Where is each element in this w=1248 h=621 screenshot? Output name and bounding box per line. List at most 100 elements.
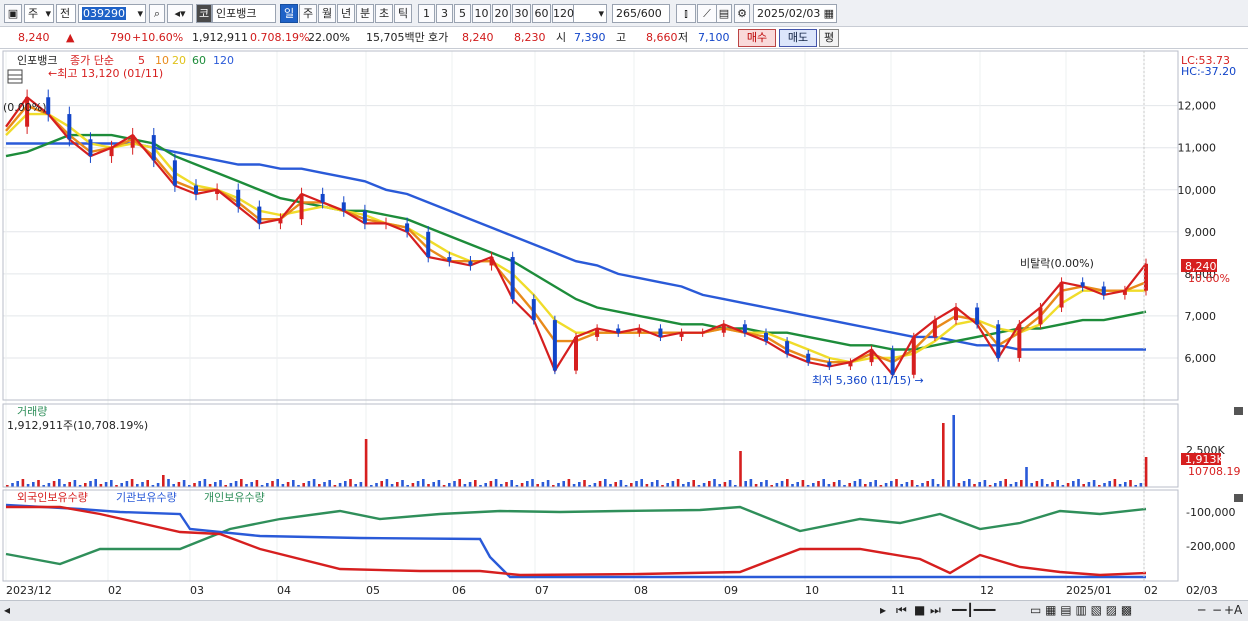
- low-value: 7,100: [698, 31, 730, 44]
- candle-body: [278, 219, 283, 224]
- x-tick-label: 11: [891, 584, 905, 597]
- period-tab-0[interactable]: 일: [280, 4, 298, 23]
- volume-bar: [656, 480, 659, 487]
- volume-bar: [614, 482, 617, 487]
- save-icon[interactable]: ▤: [716, 4, 732, 23]
- legend-foreign: 외국인보유수량: [17, 491, 88, 504]
- volume-bar: [505, 482, 508, 487]
- zoom-slider[interactable]: ━━┃━━━: [952, 603, 995, 618]
- chart-options-icons[interactable]: ▭ ▦ ▤ ▥ ▧ ▨ ▩: [1030, 603, 1132, 618]
- search-icon[interactable]: ⌕: [149, 4, 165, 23]
- volume-bar: [947, 480, 950, 487]
- candle-body: [658, 328, 663, 337]
- last-page-icon[interactable]: ⏭: [930, 603, 941, 618]
- volume-bar: [323, 482, 326, 487]
- close-icon[interactable]: [1234, 407, 1243, 415]
- y-tick-label: 6,000: [1185, 352, 1217, 365]
- volume-bar: [177, 482, 181, 487]
- chart-scrollbar[interactable]: ◂ ▸ ⏮ ■ ⏭ ━━┃━━━ ▭ ▦ ▤ ▥ ▧ ▨ ▩ ─ − + A: [0, 600, 1248, 621]
- volume-bar: [817, 481, 820, 487]
- draw-line-icon[interactable]: ⟋: [697, 4, 717, 23]
- interval-tab-7[interactable]: 120: [552, 4, 574, 23]
- gear-icon[interactable]: ⚙: [734, 4, 750, 23]
- stock-name-value: 인포뱅크: [216, 7, 257, 20]
- candle-body: [932, 320, 937, 337]
- candle-body: [1059, 282, 1064, 308]
- candle-body: [764, 332, 768, 342]
- volume-bar: [271, 481, 274, 487]
- interval-tab-0[interactable]: 1: [418, 4, 435, 23]
- first-page-icon[interactable]: ⏮: [896, 603, 907, 618]
- volume-bar: [630, 483, 633, 487]
- volume-bar: [765, 480, 768, 487]
- volume-bar: [968, 479, 971, 487]
- volume-bar: [489, 481, 493, 487]
- volume-bar: [125, 481, 129, 487]
- toolbar: ▣ 주 ▾ 전 039290 ▾ ⌕ ◂▾ 코 인포뱅크 ▾ 265/600 ⫾ ⟋…: [0, 0, 1248, 27]
- interval-select[interactable]: ▾: [573, 4, 607, 23]
- x-tick-label: 12: [980, 584, 994, 597]
- candle-icon[interactable]: ⫾: [676, 4, 696, 23]
- volume-bar: [37, 480, 40, 487]
- volume-bar: [744, 481, 747, 487]
- interval-tab-1[interactable]: 3: [436, 4, 453, 23]
- count-field[interactable]: 265/600: [612, 4, 670, 23]
- volume-bar: [869, 482, 872, 487]
- period-tab-2[interactable]: 월: [318, 4, 336, 23]
- prev-button[interactable]: 전: [56, 4, 76, 23]
- x-tick-label: 02: [1144, 584, 1158, 597]
- candle-body: [1101, 286, 1106, 295]
- stock-name-field[interactable]: 인포뱅크: [212, 4, 276, 23]
- interval-tab-2[interactable]: 5: [454, 4, 471, 23]
- auto-scale-icon[interactable]: A: [1234, 603, 1242, 618]
- avg-button[interactable]: 평: [819, 29, 839, 47]
- period-unit-select[interactable]: 주 ▾: [24, 4, 54, 23]
- x-tick-label: 05: [366, 584, 380, 597]
- stock-chart[interactable]: 6,0007,0008,0009,00010,00011,00012,00020…: [0, 49, 1248, 600]
- volume-bar: [708, 481, 711, 487]
- high-annotation-text: 최고 13,120 (01/11): [57, 67, 163, 80]
- interval-tab-4[interactable]: 20: [492, 4, 511, 23]
- chart-type-icon[interactable]: ▣: [4, 4, 22, 23]
- volume-bar: [510, 480, 513, 487]
- buy-button[interactable]: 매수: [738, 29, 776, 47]
- scroll-right-icon[interactable]: ▸: [880, 603, 886, 618]
- table-icon[interactable]: [7, 69, 23, 84]
- high-label: 고: [616, 31, 627, 44]
- close-icon[interactable]: [1234, 494, 1243, 502]
- volume-bar: [110, 480, 113, 487]
- volume-bar: [266, 483, 269, 487]
- volume-bar: [89, 481, 92, 487]
- scroll-left-icon[interactable]: ◂: [4, 603, 10, 618]
- volume-bar: [380, 481, 383, 487]
- code-input[interactable]: 039290 ▾: [78, 4, 146, 23]
- volume-ratio: 0.708.19%: [250, 31, 310, 44]
- interval-tab-6[interactable]: 60: [532, 4, 551, 23]
- sell-button[interactable]: 매도: [779, 29, 817, 47]
- zoom-out-icon[interactable]: ─: [1198, 603, 1205, 618]
- market-badge: 코: [196, 4, 212, 23]
- zoom-in-icon[interactable]: +: [1224, 603, 1234, 618]
- zoom-minus-icon[interactable]: −: [1212, 603, 1222, 618]
- volume-bar: [1103, 483, 1106, 487]
- speaker-icon[interactable]: ◂▾: [167, 4, 193, 23]
- date-field[interactable]: 2025/02/03 ▦: [753, 4, 837, 23]
- volume-bar: [286, 482, 290, 487]
- interval-tab-5[interactable]: 30: [512, 4, 531, 23]
- volume-bar: [1014, 482, 1018, 487]
- period-tab-1[interactable]: 주: [299, 4, 317, 23]
- period-tab-5[interactable]: 초: [375, 4, 393, 23]
- volume-bar: [416, 481, 420, 487]
- period-tab-6[interactable]: 틱: [394, 4, 412, 23]
- interval-tab-3[interactable]: 10: [472, 4, 491, 23]
- volume-bar: [598, 481, 602, 487]
- volume-bar: [21, 479, 25, 487]
- volume-bar: [130, 479, 134, 487]
- volume-bar: [728, 480, 732, 487]
- volume-bar: [302, 483, 305, 487]
- stop-icon[interactable]: ■: [914, 603, 925, 618]
- period-tab-4[interactable]: 분: [356, 4, 374, 23]
- volume-bar: [890, 481, 893, 487]
- hc-label: HC:-37.20: [1181, 65, 1236, 78]
- period-tab-3[interactable]: 년: [337, 4, 355, 23]
